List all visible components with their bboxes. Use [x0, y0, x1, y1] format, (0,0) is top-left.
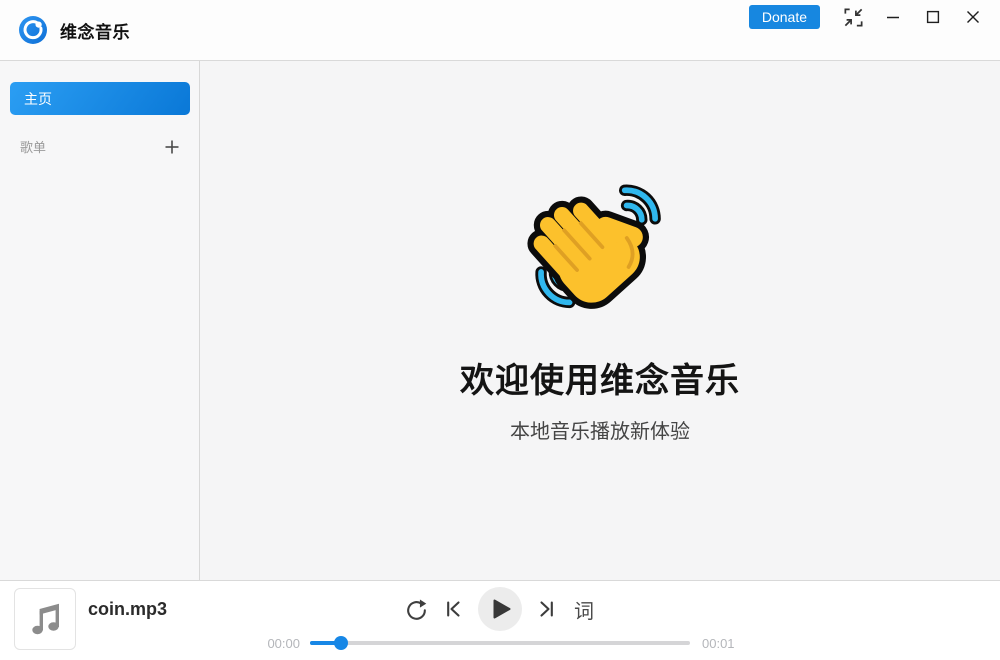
lyrics-button[interactable]: 词: [572, 595, 596, 624]
progress-row: 00:00 00:01: [0, 635, 1000, 651]
minimize-button[interactable]: [878, 4, 908, 30]
app-logo-icon: [18, 15, 48, 45]
close-icon: [966, 10, 980, 24]
repeat-button[interactable]: [404, 597, 428, 622]
repeat-icon: [404, 597, 429, 622]
next-track-icon: [536, 599, 556, 619]
donate-button[interactable]: Donate: [748, 5, 820, 29]
playback-controls: 词: [0, 587, 1000, 631]
progress-knob[interactable]: [334, 636, 349, 650]
close-button[interactable]: [958, 4, 988, 30]
compress-arrows-icon: [842, 6, 865, 29]
sidebar-playlists-section: 歌单: [0, 137, 199, 156]
mini-player-button[interactable]: [838, 4, 868, 30]
minimize-icon: [886, 10, 900, 24]
next-track-button[interactable]: [536, 599, 556, 619]
maximize-button[interactable]: [918, 4, 948, 30]
play-button[interactable]: [478, 587, 522, 631]
sidebar-item-home[interactable]: 主页: [10, 82, 190, 115]
playlists-label: 歌单: [20, 140, 47, 155]
main-content: 欢迎使用维念音乐 本地音乐播放新体验: [200, 61, 1000, 580]
previous-track-icon: [444, 599, 464, 619]
current-time: 00:00: [267, 636, 300, 651]
app-window: 维念音乐 Donate 主页 歌单 欢迎使用维念音乐 本地音乐播放新体验 coi…: [0, 0, 1000, 660]
sidebar: 主页 歌单: [0, 61, 200, 580]
app-title: 维念音乐: [60, 22, 130, 42]
waving-hand-emoji: [524, 177, 676, 329]
plus-icon: [164, 139, 180, 155]
brand: 维念音乐: [18, 0, 130, 60]
title-bar: 维念音乐 Donate: [0, 0, 1000, 61]
previous-track-button[interactable]: [444, 599, 464, 619]
titlebar-actions: Donate: [748, 4, 988, 30]
play-icon: [493, 599, 511, 619]
maximize-icon: [926, 10, 940, 24]
add-playlist-button[interactable]: [164, 139, 180, 155]
total-time: 00:01: [702, 636, 735, 651]
progress-track[interactable]: [310, 636, 690, 650]
welcome-subtitle: 本地音乐播放新体验: [510, 421, 690, 443]
welcome-title: 欢迎使用维念音乐: [460, 362, 740, 400]
